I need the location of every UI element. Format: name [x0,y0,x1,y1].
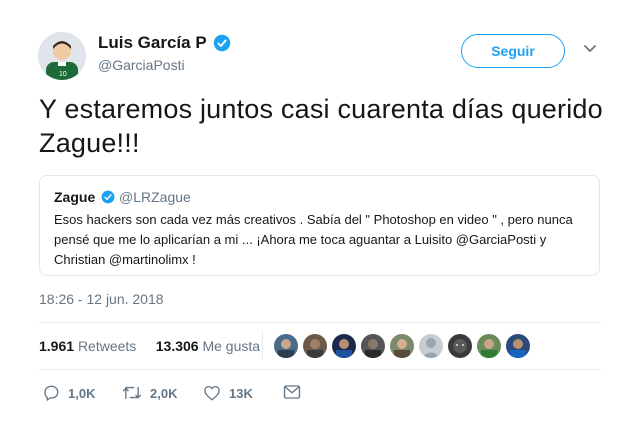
retweets-count: 1.961 [39,338,75,354]
author-handle[interactable]: @GarciaPosti [98,57,185,73]
liker-avatar[interactable] [360,333,386,359]
author-name[interactable]: Luis García P [98,33,207,53]
chevron-down-icon[interactable] [583,44,597,54]
quoted-tweet-text: Esos hackers son cada vez más creativos … [54,212,573,267]
direct-message-button[interactable] [283,384,309,400]
verified-badge-icon [213,34,231,52]
liker-avatar[interactable] [418,333,444,359]
liker-avatar[interactable] [476,333,502,359]
quoted-tweet[interactable]: Zague @LRZague Esos hackers son cada vez… [39,175,600,276]
reply-icon [44,385,59,401]
reply-count: 1,0K [68,385,96,401]
like-count: 13K [229,385,253,401]
divider [39,369,601,370]
verified-badge-icon [101,190,115,204]
tweet-stats: 1.961 Retweets 13.306 Me gusta [39,338,260,354]
like-button[interactable]: 13K [203,384,253,402]
follow-button[interactable]: Seguir [461,34,565,68]
heart-icon [204,385,220,401]
likes-count: 13.306 [155,338,199,354]
likes-stat[interactable]: 13.306 Me gusta [156,338,260,354]
reply-button[interactable]: 1,0K [42,384,95,402]
likes-label: Me gusta [202,338,261,354]
retweets-stat[interactable]: 1.961 Retweets [39,338,136,354]
quoted-author-handle: @LRZague [119,189,191,205]
divider [262,330,263,360]
liker-avatar[interactable] [302,333,328,359]
quoted-author-name: Zague [54,189,96,205]
retweets-label: Retweets [77,338,137,354]
tweet-timestamp[interactable]: 18:26 - 12 jun. 2018 [39,291,164,307]
tweet-text: Y estaremos juntos casi cuarenta días qu… [39,94,603,158]
liker-avatar[interactable] [273,333,299,359]
avatar-image: 10 [38,32,86,80]
divider [39,322,601,323]
envelope-icon [283,385,301,399]
liker-avatar[interactable] [505,333,531,359]
liker-avatar[interactable] [331,333,357,359]
retweet-icon [122,386,142,400]
svg-text:10: 10 [59,71,67,78]
retweet-button[interactable]: 2,0K [122,384,177,402]
liker-avatar[interactable] [447,333,473,359]
avatar[interactable]: 10 [38,32,86,80]
liker-avatar[interactable] [389,333,415,359]
retweet-count: 2,0K [150,385,178,401]
